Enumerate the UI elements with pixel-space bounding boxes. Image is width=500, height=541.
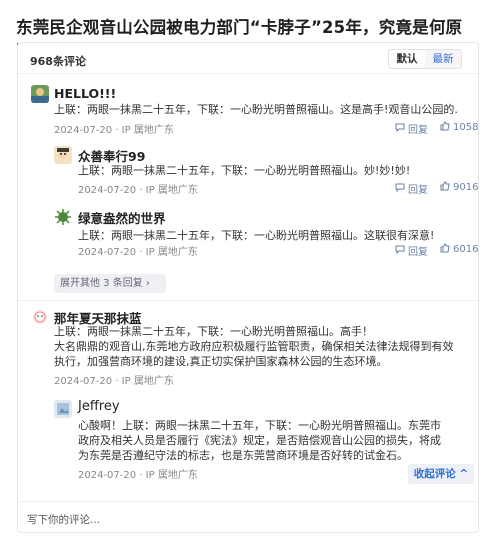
like-count: 6016 (453, 244, 479, 255)
reply-button[interactable]: 回复 (395, 121, 428, 136)
comment-line: 执行，加强营商环境的建设,真正切实保护国家森林公园的生态环境。 (54, 355, 388, 368)
username[interactable]: Jeffrey (78, 399, 120, 414)
avatar[interactable] (54, 208, 72, 226)
comment-time: 2024-07-20 (54, 125, 113, 136)
comment-time: 2024-07-20 (78, 470, 137, 481)
reply-icon (395, 182, 405, 195)
like-count: 9016 (453, 182, 479, 193)
comment-line: 为东莞是否遵纪守法的标志，也是东莞营商环境是否好转的试金石。 (78, 449, 408, 462)
expand-replies-label: 展开其他 3 条回复 (60, 278, 143, 289)
like-count: 1058 (453, 122, 479, 133)
thumbs-up-icon (440, 121, 450, 134)
comment-line: 心酸啊！上联：两眼一抹黑二十五年，下联：一心盼光明普照福山。东莞市 (78, 419, 441, 432)
reply-label: 回复 (408, 185, 428, 196)
reply-button[interactable]: 回复 (395, 243, 428, 258)
comment-text: 上联：两眼一抹黑二十五年，下联：一心盼光明普照福山。这联很有深意! (78, 229, 435, 242)
sort-default-button[interactable]: 默认 (389, 50, 425, 68)
comment-text: 上联：两眼一抹黑二十五年，下联：一心盼光明普照福山。妙!妙!妙! (78, 164, 411, 177)
reply-label: 回复 (408, 247, 428, 258)
chevron-right-icon: › (145, 278, 150, 289)
comment-meta: 2024-07-20 · IP 属地广东 (78, 181, 198, 196)
divider (18, 300, 478, 301)
reply-icon (395, 122, 405, 135)
ip-location: · IP 属地广东 (139, 470, 198, 481)
divider (18, 73, 478, 74)
collapse-comments-button[interactable]: 收起评论 ^ (408, 464, 474, 484)
avatar[interactable] (54, 400, 72, 418)
comment-meta: 2024-07-20 · IP 属地广东 (78, 243, 198, 258)
ip-location: · IP 属地广东 (115, 376, 174, 387)
comment-count: 968条评论 (30, 55, 86, 68)
comment-meta: 2024-07-20 · IP 属地广东 (78, 466, 198, 481)
reply-button[interactable]: 回复 (395, 181, 428, 196)
comment-text: 心酸啊！上联：两眼一抹黑二十五年，下联：一心盼光明普照福山。东莞市 政府及相关人… (78, 418, 474, 463)
comment-line: 大名鼎鼎的观音山,东莞地方政府应积极履行监管职责，确保相关法律法规得到有效 (54, 340, 454, 353)
ip-location: · IP 属地广东 (139, 185, 198, 196)
username[interactable]: 绿意盎然的世界 (78, 208, 166, 227)
avatar[interactable] (31, 308, 49, 326)
ip-location: · IP 属地广东 (115, 125, 174, 136)
thumbs-up-icon (440, 243, 450, 256)
comment-time: 2024-07-20 (78, 185, 137, 196)
comment-line: 政府及相关人员是否履行《宪法》规定，是否赔偿观音山公园的损失，将成 (78, 434, 441, 447)
reply-icon (395, 244, 405, 257)
reply-label: 回复 (408, 125, 428, 136)
username[interactable]: HELLO!!! (54, 86, 116, 101)
comment-time: 2024-07-20 (54, 376, 113, 387)
ip-location: · IP 属地广东 (139, 247, 198, 258)
comment-line: 上联：两眼一抹黑二十五年，下联：一心盼光明普照福山。高手！ (54, 325, 373, 338)
like-button[interactable]: 9016 (440, 181, 478, 194)
expand-replies-button[interactable]: 展开其他 3 条回复 › (54, 274, 166, 293)
like-button[interactable]: 6016 (440, 243, 478, 256)
like-button[interactable]: 1058 (440, 121, 478, 134)
thumbs-up-icon (440, 181, 450, 194)
sort-latest-button[interactable]: 最新 (425, 50, 461, 68)
comment-meta: 2024-07-20 · IP 属地广东 (54, 372, 174, 387)
comment-input[interactable]: 写下你的评论... (17, 501, 479, 533)
comment-text: 上联：两眼一抹黑二十五年，下联：一心盼光明普照福山。这是高手!观音山公园的. (54, 103, 458, 116)
comment-meta: 2024-07-20 · IP 属地广东 (54, 121, 174, 136)
avatar[interactable] (31, 85, 49, 103)
comment-text: 上联：两眼一抹黑二十五年，下联：一心盼光明普照福山。高手！ 大名鼎鼎的观音山,东… (54, 324, 474, 369)
sort-toggle: 默认 最新 (388, 49, 462, 69)
comment-time: 2024-07-20 (78, 247, 137, 258)
avatar[interactable] (54, 146, 72, 164)
